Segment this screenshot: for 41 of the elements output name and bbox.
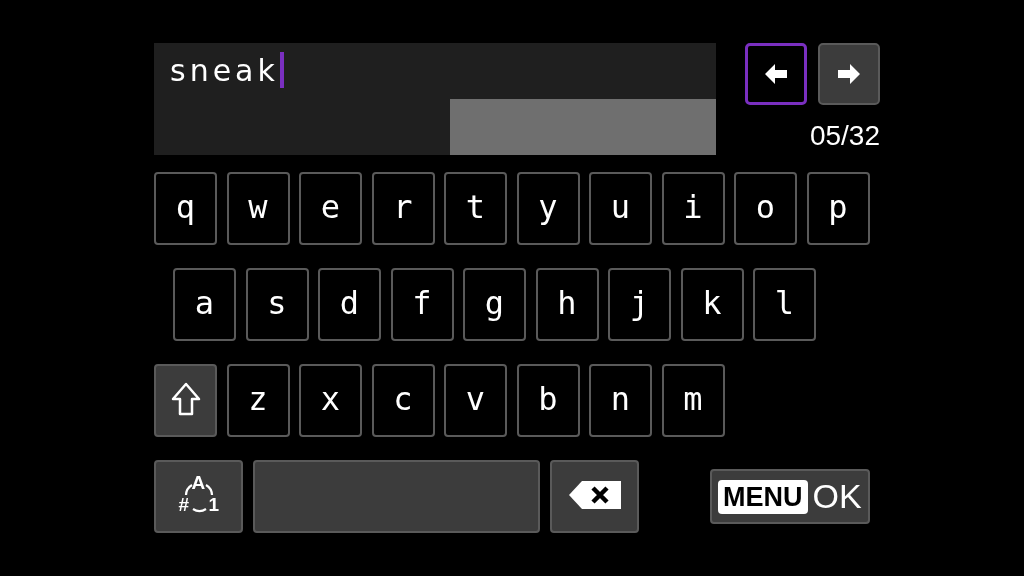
menu-ok-button[interactable]: MENU OK bbox=[710, 469, 870, 524]
letter-key[interactable]: z bbox=[226, 364, 290, 437]
letter-key[interactable]: w bbox=[226, 172, 290, 245]
letter-key[interactable]: e bbox=[299, 172, 362, 245]
backspace-key[interactable] bbox=[550, 460, 639, 533]
letter-key[interactable]: j bbox=[608, 268, 671, 341]
text-input-field[interactable]: sneak bbox=[154, 43, 716, 155]
letter-key[interactable]: o bbox=[734, 172, 797, 245]
letter-key[interactable]: l bbox=[753, 268, 816, 341]
letter-key[interactable]: q bbox=[154, 172, 217, 245]
letter-key[interactable]: b bbox=[516, 364, 580, 437]
letter-key[interactable]: h bbox=[535, 268, 599, 341]
mode-letter: A bbox=[191, 472, 206, 492]
letter-key[interactable]: d bbox=[318, 268, 381, 341]
backspace-icon bbox=[568, 479, 621, 510]
letter-key[interactable]: f bbox=[390, 268, 454, 341]
letter-key[interactable]: t bbox=[444, 172, 507, 245]
mode-symbol: # bbox=[178, 494, 190, 514]
shift-key[interactable] bbox=[154, 364, 217, 437]
letter-key[interactable]: a bbox=[173, 268, 236, 341]
letter-key[interactable]: r bbox=[371, 172, 435, 245]
character-counter: 05/32 bbox=[809, 120, 880, 152]
letter-key[interactable]: y bbox=[516, 172, 580, 245]
letter-key[interactable]: m bbox=[661, 364, 725, 437]
mode-digit: 1 bbox=[208, 494, 220, 514]
right-arrow-button[interactable] bbox=[818, 43, 880, 105]
letter-key[interactable]: x bbox=[299, 364, 362, 437]
left-arrow-button[interactable] bbox=[745, 43, 807, 105]
shift-arrow-icon bbox=[170, 380, 201, 417]
letter-key[interactable]: u bbox=[589, 172, 652, 245]
text-cursor bbox=[279, 52, 284, 88]
letter-key[interactable]: n bbox=[589, 364, 652, 437]
letter-key[interactable]: g bbox=[463, 268, 526, 341]
letter-key[interactable]: p bbox=[806, 172, 870, 245]
input-text: sneak bbox=[170, 52, 279, 88]
letter-key[interactable]: v bbox=[444, 364, 507, 437]
input-mode-key[interactable]: A # 1 bbox=[154, 460, 243, 533]
letter-key[interactable]: k bbox=[680, 268, 744, 341]
letter-key[interactable]: s bbox=[245, 268, 309, 341]
letter-key[interactable]: c bbox=[371, 364, 435, 437]
letter-key[interactable]: i bbox=[661, 172, 725, 245]
